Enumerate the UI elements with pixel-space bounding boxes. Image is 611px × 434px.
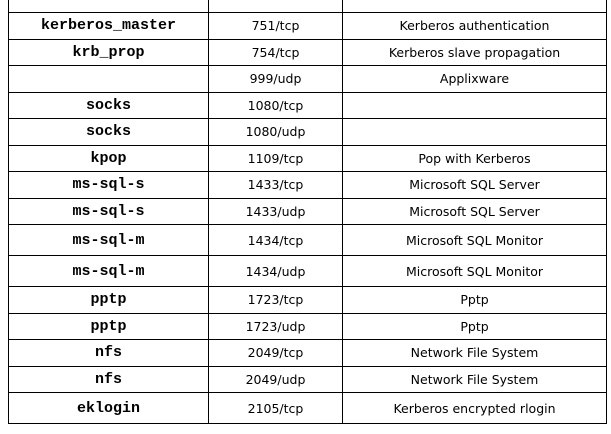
table-row: krb_prop 754/tcp Kerberos slave propagatio… bbox=[8, 38, 607, 66]
description-cell: Microsoft SQL Monitor bbox=[342, 224, 607, 256]
port-cell: 1433/tcp bbox=[208, 171, 343, 199]
port-cell: 1080/udp bbox=[208, 118, 343, 146]
port-cell: 1080/tcp bbox=[208, 91, 343, 119]
table-row: ms-sql-s 1433/udp Microsoft SQL Server bbox=[8, 197, 607, 225]
description-cell: Kerberos authentication bbox=[342, 12, 607, 40]
service-name-cell: eklogin bbox=[8, 392, 209, 424]
description-cell: Kerberos slave propagation bbox=[342, 38, 607, 66]
port-cell: 2105/tcp bbox=[208, 392, 343, 424]
port-cell: 2049/udp bbox=[208, 365, 343, 393]
description-cell: Network File System bbox=[342, 339, 607, 367]
service-name-cell: socks bbox=[8, 118, 209, 146]
description-cell: Kerberos encrypted rlogin bbox=[342, 392, 607, 424]
table-row: kerberos_master 751/tcp Kerberos authentic… bbox=[8, 12, 607, 40]
table-row: pptp 1723/tcp Pptp bbox=[8, 286, 607, 314]
description-cell bbox=[342, 0, 607, 13]
port-cell: 999/udp bbox=[208, 65, 343, 93]
table-row: 999/udp Applixware bbox=[8, 65, 607, 93]
service-name-cell: kpop bbox=[8, 144, 209, 172]
description-cell: Network File System bbox=[342, 365, 607, 393]
service-name-cell: ms-sql-m bbox=[8, 255, 209, 287]
table-row: socks 1080/tcp bbox=[8, 91, 607, 119]
port-table-container: kerberos_master 751/tcp Kerberos authentic… bbox=[8, 0, 607, 424]
service-name-cell: nfs bbox=[8, 339, 209, 367]
service-name-cell bbox=[8, 0, 209, 13]
service-name-cell bbox=[8, 65, 209, 93]
table-row: ms-sql-m 1434/tcp Microsoft SQL Monitor bbox=[8, 224, 607, 256]
table-row: ms-sql-s 1433/tcp Microsoft SQL Server bbox=[8, 171, 607, 199]
service-name-cell: kerberos_master bbox=[8, 12, 209, 40]
table-row: nfs 2049/udp Network File System bbox=[8, 365, 607, 393]
port-cell: 754/tcp bbox=[208, 38, 343, 66]
port-table: kerberos_master 751/tcp Kerberos authentic… bbox=[8, 0, 607, 424]
description-cell: Pptp bbox=[342, 286, 607, 314]
port-cell: 1723/tcp bbox=[208, 286, 343, 314]
description-cell bbox=[342, 91, 607, 119]
port-cell: 1433/udp bbox=[208, 197, 343, 225]
table-row: eklogin 2105/tcp Kerberos encrypted rlogin bbox=[8, 392, 607, 424]
description-cell: Microsoft SQL Server bbox=[342, 197, 607, 225]
port-cell: 2049/tcp bbox=[208, 339, 343, 367]
port-cell: 1109/tcp bbox=[208, 144, 343, 172]
service-name-cell: ms-sql-s bbox=[8, 171, 209, 199]
service-name-cell: ms-sql-m bbox=[8, 224, 209, 256]
description-cell: Microsoft SQL Monitor bbox=[342, 255, 607, 287]
description-cell: Pptp bbox=[342, 312, 607, 340]
description-cell: Applixware bbox=[342, 65, 607, 93]
service-name-cell: socks bbox=[8, 91, 209, 119]
port-cell: 751/tcp bbox=[208, 12, 343, 40]
table-row: kpop 1109/tcp Pop with Kerberos bbox=[8, 144, 607, 172]
table-row: ms-sql-m 1434/udp Microsoft SQL Monitor bbox=[8, 255, 607, 287]
port-table-body: kerberos_master 751/tcp Kerberos authentic… bbox=[8, 0, 607, 424]
table-row: nfs 2049/tcp Network File System bbox=[8, 339, 607, 367]
description-cell bbox=[342, 118, 607, 146]
port-cell: 1723/udp bbox=[208, 312, 343, 340]
description-cell: Microsoft SQL Server bbox=[342, 171, 607, 199]
service-name-cell: nfs bbox=[8, 365, 209, 393]
port-cell: 1434/udp bbox=[208, 255, 343, 287]
port-cell: 1434/tcp bbox=[208, 224, 343, 256]
service-name-cell: krb_prop bbox=[8, 38, 209, 66]
service-name-cell: pptp bbox=[8, 312, 209, 340]
table-row: pptp 1723/udp Pptp bbox=[8, 312, 607, 340]
table-row: socks 1080/udp bbox=[8, 118, 607, 146]
port-cell bbox=[208, 0, 343, 13]
table-row bbox=[8, 0, 607, 13]
description-cell: Pop with Kerberos bbox=[342, 144, 607, 172]
service-name-cell: ms-sql-s bbox=[8, 197, 209, 225]
service-name-cell: pptp bbox=[8, 286, 209, 314]
